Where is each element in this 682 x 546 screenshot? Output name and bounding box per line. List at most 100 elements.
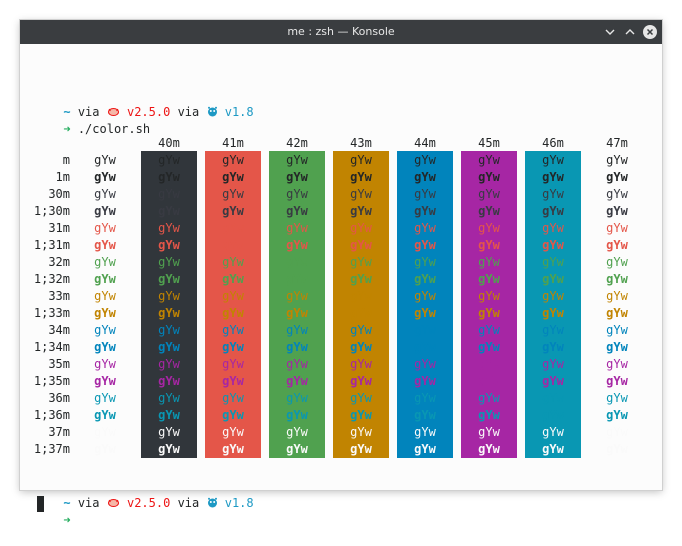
sample-cell: gYw bbox=[94, 442, 116, 456]
row-label: 1;36m bbox=[33, 408, 70, 422]
sample-cell: gYw bbox=[222, 187, 244, 201]
go-version: v1.8 bbox=[224, 105, 254, 119]
maximize-button[interactable] bbox=[620, 20, 640, 44]
sample-cell: gYw bbox=[286, 238, 308, 252]
sample-cell: gYw bbox=[158, 357, 180, 371]
sample-cell: gYw bbox=[286, 357, 308, 371]
title-bar[interactable]: me : zsh — Konsole bbox=[20, 20, 662, 44]
sample-cell: gYw bbox=[94, 357, 116, 371]
sample-cell: gYw bbox=[94, 289, 116, 303]
sample-cell: gYw bbox=[414, 391, 436, 405]
row-label: m bbox=[62, 153, 70, 167]
sample-cell: gYw bbox=[478, 272, 500, 286]
sample-cell: gYw bbox=[350, 357, 372, 371]
sample-cell: gYw bbox=[158, 153, 180, 167]
sample-cell: gYw bbox=[94, 238, 116, 252]
sample-cell: gYw bbox=[286, 323, 308, 337]
sample-cell: gYw bbox=[350, 204, 372, 218]
sample-cell: gYw bbox=[606, 425, 628, 439]
close-icon bbox=[643, 25, 657, 39]
sample-cell: gYw bbox=[94, 221, 116, 235]
sample-cell: gYw bbox=[414, 357, 436, 371]
row-label: 34m bbox=[48, 323, 70, 337]
sample-cell: gYw bbox=[158, 289, 180, 303]
sample-cell: gYw bbox=[350, 289, 372, 303]
sample-cell: gYw bbox=[478, 408, 500, 422]
row-label: 33m bbox=[48, 289, 70, 303]
sample-cell: gYw bbox=[350, 238, 372, 252]
prompt-via: via bbox=[177, 105, 200, 119]
input-line[interactable]: ➜ bbox=[20, 495, 70, 527]
sample-cell: gYw bbox=[222, 357, 244, 371]
close-button[interactable] bbox=[640, 20, 660, 44]
sample-cell: gYw bbox=[606, 357, 628, 371]
row-label: 1m bbox=[55, 170, 70, 184]
sample-cell: gYw bbox=[286, 391, 308, 405]
sample-cell: gYw bbox=[478, 374, 500, 388]
row-label: 1;37m bbox=[33, 442, 70, 456]
sample-cell: gYw bbox=[94, 272, 116, 286]
sample-cell: gYw bbox=[414, 374, 436, 388]
sample-cell: gYw bbox=[158, 272, 180, 286]
sample-cell: gYw bbox=[414, 238, 436, 252]
sample-cell: gYw bbox=[94, 306, 116, 320]
row-label: 1;34m bbox=[33, 340, 70, 354]
sample-cell: gYw bbox=[542, 357, 564, 371]
sample-cell: gYw bbox=[414, 204, 436, 218]
row-label: 1;33m bbox=[33, 306, 70, 320]
sample-cell: gYw bbox=[606, 187, 628, 201]
sample-cell: gYw bbox=[414, 272, 436, 286]
sample-cell: gYw bbox=[94, 425, 116, 439]
sample-cell: gYw bbox=[222, 170, 244, 184]
sample-cell: gYw bbox=[478, 204, 500, 218]
sample-cell: gYw bbox=[478, 425, 500, 439]
sample-cell: gYw bbox=[350, 408, 372, 422]
terminal-area[interactable]: ~ via v2.5.0 via v1.8 ➜ ./color.sh ~ via… bbox=[20, 44, 662, 527]
sample-cell: gYw bbox=[222, 340, 244, 354]
sample-cell: gYw bbox=[542, 442, 564, 456]
text-cursor bbox=[37, 496, 44, 512]
sample-cell: gYw bbox=[286, 306, 308, 320]
sample-cell: gYw bbox=[94, 170, 116, 184]
sample-cell: gYw bbox=[542, 272, 564, 286]
sample-cell: gYw bbox=[94, 391, 116, 405]
sample-cell: gYw bbox=[478, 323, 500, 337]
sample-cell: gYw bbox=[606, 170, 628, 184]
sample-cell: gYw bbox=[350, 391, 372, 405]
sample-cell: gYw bbox=[286, 425, 308, 439]
sample-cell: gYw bbox=[286, 408, 308, 422]
sample-cell: gYw bbox=[350, 255, 372, 269]
sample-cell: gYw bbox=[94, 255, 116, 269]
row-label: 37m bbox=[48, 425, 70, 439]
sample-cell: gYw bbox=[414, 323, 436, 337]
sample-cell: gYw bbox=[478, 187, 500, 201]
sample-cell: gYw bbox=[478, 442, 500, 456]
sample-cell: gYw bbox=[478, 357, 500, 371]
sample-cell: gYw bbox=[158, 204, 180, 218]
sample-cell: gYw bbox=[158, 255, 180, 269]
sample-cell: gYw bbox=[606, 272, 628, 286]
sample-cell: gYw bbox=[222, 374, 244, 388]
sample-cell: gYw bbox=[222, 153, 244, 167]
sample-cell: gYw bbox=[414, 187, 436, 201]
sample-cell: gYw bbox=[350, 170, 372, 184]
crab-icon bbox=[107, 496, 120, 510]
sample-cell: gYw bbox=[478, 238, 500, 252]
chevron-up-icon bbox=[625, 29, 635, 35]
row-label: 1;32m bbox=[33, 272, 70, 286]
sample-cell: gYw bbox=[158, 374, 180, 388]
sample-cell: gYw bbox=[350, 221, 372, 235]
sample-cell: gYw bbox=[606, 221, 628, 235]
sample-cell: gYw bbox=[222, 289, 244, 303]
sample-cell: gYw bbox=[414, 289, 436, 303]
sample-cell: gYw bbox=[542, 408, 564, 422]
sample-cell: gYw bbox=[542, 204, 564, 218]
sample-cell: gYw bbox=[222, 408, 244, 422]
sample-cell: gYw bbox=[222, 204, 244, 218]
sample-cell: gYw bbox=[414, 255, 436, 269]
sample-cell: gYw bbox=[158, 442, 180, 456]
sample-cell: gYw bbox=[158, 425, 180, 439]
sample-cell: gYw bbox=[606, 340, 628, 354]
sample-cell: gYw bbox=[414, 153, 436, 167]
minimize-button[interactable] bbox=[600, 20, 620, 44]
